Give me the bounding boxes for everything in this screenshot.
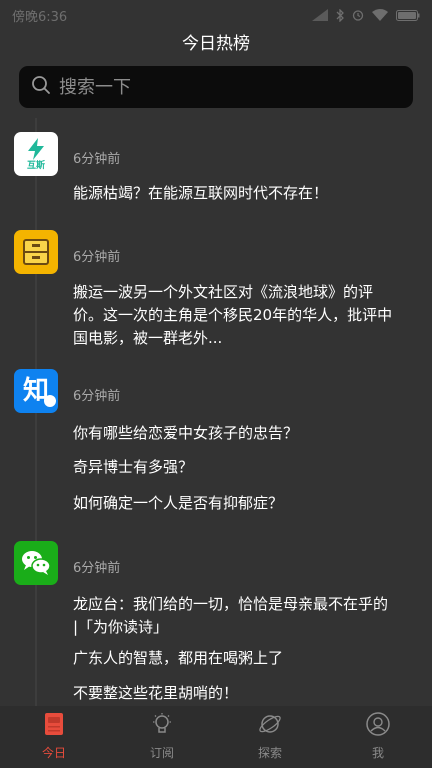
bottom-tab-bar: 今日 订阅 探索 我 bbox=[0, 706, 432, 768]
list-item[interactable]: 不要整这些花里胡哨的！ bbox=[73, 682, 393, 705]
list-item[interactable]: 如何确定一个人是否有抑郁症？ bbox=[73, 492, 393, 515]
status-icons bbox=[312, 8, 420, 22]
tab-explore[interactable]: 探索 bbox=[216, 706, 324, 768]
tab-today[interactable]: 今日 bbox=[0, 706, 108, 768]
item-time: 6分钟前 bbox=[73, 152, 121, 167]
wechat-icon[interactable] bbox=[14, 541, 58, 585]
lightbulb-icon bbox=[150, 712, 174, 740]
list-item[interactable]: 广东人的智慧，都用在喝粥上了 bbox=[73, 647, 393, 670]
status-bar: 傍晚6:36 bbox=[0, 0, 432, 30]
hushi-icon-text: 互斯 bbox=[26, 161, 45, 171]
tab-me[interactable]: 我 bbox=[324, 706, 432, 768]
signal-icon bbox=[312, 9, 328, 21]
alarm-icon bbox=[352, 9, 364, 21]
planet-icon bbox=[258, 712, 282, 740]
list-item[interactable]: 奇异博士有多强？ bbox=[73, 456, 393, 479]
tab-subscribe[interactable]: 订阅 bbox=[108, 706, 216, 768]
user-icon bbox=[366, 712, 390, 740]
search-bar[interactable] bbox=[19, 66, 413, 108]
list-item[interactable]: 龙应台：我们给的一切，恰恰是母亲最不在乎的 |「为你读诗」 bbox=[73, 593, 393, 639]
list-item[interactable]: 能源枯竭？在能源互联网时代不存在！ bbox=[73, 182, 393, 205]
item-time: 6分钟前 bbox=[73, 389, 121, 404]
tab-label: 我 bbox=[371, 746, 384, 760]
status-time: 傍晚6:36 bbox=[12, 9, 68, 25]
wifi-icon bbox=[372, 9, 388, 21]
tab-label: 探索 bbox=[257, 746, 282, 760]
feed-list[interactable]: 互斯 6分钟前 能源枯竭？在能源互联网时代不存在！ 6分钟前 搬运一波另一个外文… bbox=[0, 118, 432, 706]
today-icon bbox=[43, 712, 65, 740]
search-input[interactable] bbox=[59, 76, 389, 98]
zhihu-badge bbox=[44, 395, 56, 407]
list-item[interactable]: 搬运一波另一个外文社区对《流浪地球》的评价。这一次的主角是个移民20年的华人，批… bbox=[73, 281, 393, 350]
zhihu-icon[interactable]: 知 bbox=[14, 369, 58, 413]
list-item[interactable]: 你有哪些给恋爱中女孩子的忠告？ bbox=[73, 422, 393, 445]
tab-label: 订阅 bbox=[149, 746, 174, 760]
hushi-icon[interactable]: 互斯 bbox=[14, 132, 58, 176]
item-time: 6分钟前 bbox=[73, 250, 121, 265]
drawer-icon[interactable] bbox=[14, 230, 58, 274]
tab-label: 今日 bbox=[41, 746, 66, 760]
item-time: 6分钟前 bbox=[73, 561, 121, 576]
bluetooth-icon bbox=[336, 8, 344, 22]
page-title: 今日热榜 bbox=[182, 34, 250, 54]
search-icon bbox=[31, 75, 51, 99]
battery-icon bbox=[396, 9, 420, 21]
